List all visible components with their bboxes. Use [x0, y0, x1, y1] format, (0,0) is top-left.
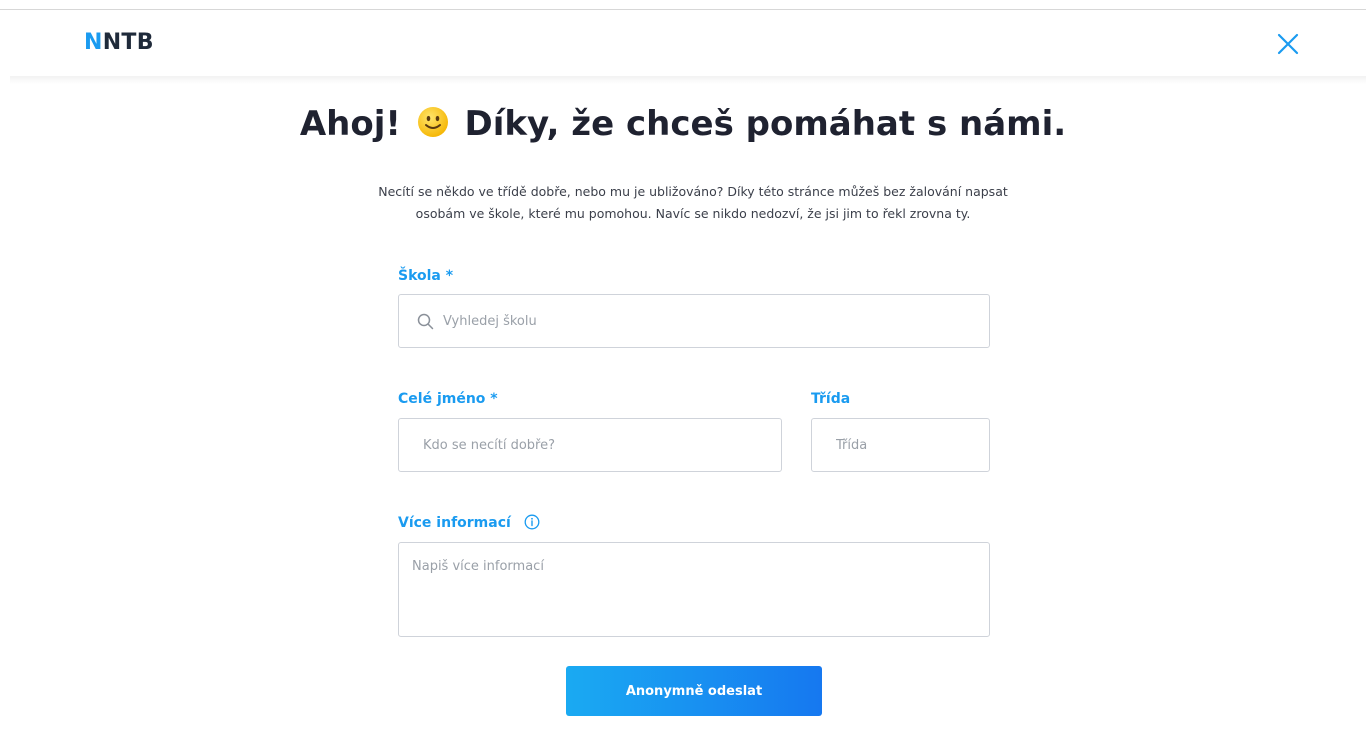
close-icon: [1277, 33, 1299, 55]
info-label: Více informací: [398, 513, 540, 533]
school-label-text: Škola: [398, 268, 441, 284]
name-input[interactable]: [423, 419, 763, 471]
logo-first-letter: N: [84, 30, 103, 55]
class-label-text: Třída: [811, 391, 851, 407]
school-search-field[interactable]: [398, 294, 990, 348]
intro-line-1: Necítí se někdo ve třídě dobře, nebo mu …: [378, 184, 1008, 199]
header: [0, 10, 1366, 78]
submit-anonymous-button[interactable]: Anonymně odeslat: [566, 666, 822, 716]
intro-line-2: osobám ve škole, které mu pomohou. Navíc…: [415, 206, 971, 221]
search-icon: [417, 313, 434, 330]
name-label-text: Celé jméno: [398, 391, 486, 407]
intro-text: Necítí se někdo ve třídě dobře, nebo mu …: [300, 181, 1086, 225]
header-shadow: [10, 76, 1366, 84]
class-field[interactable]: [811, 418, 990, 472]
info-field[interactable]: [398, 542, 990, 637]
logo[interactable]: NNTB: [84, 28, 154, 58]
close-button[interactable]: [1276, 32, 1300, 56]
smiley-icon: [417, 107, 448, 137]
name-field[interactable]: [398, 418, 782, 472]
school-label: Škola *: [398, 266, 453, 286]
class-input[interactable]: [836, 419, 976, 471]
info-textarea[interactable]: [412, 559, 972, 629]
logo-rest: NTB: [102, 30, 154, 55]
title-greeting: Ahoj!: [299, 104, 401, 144]
name-label: Celé jméno *: [398, 389, 498, 409]
school-required-mark: *: [445, 268, 454, 284]
info-icon[interactable]: [524, 514, 540, 530]
page-title: Ahoj! Díky, že chceš pomáhat s námi.: [0, 96, 1366, 152]
school-search-input[interactable]: [443, 295, 973, 347]
name-required-mark: *: [490, 391, 498, 407]
info-label-text: Více informací: [398, 515, 511, 531]
class-label: Třída: [811, 389, 850, 409]
title-text: Díky, že chceš pomáhat s námi.: [464, 104, 1067, 144]
